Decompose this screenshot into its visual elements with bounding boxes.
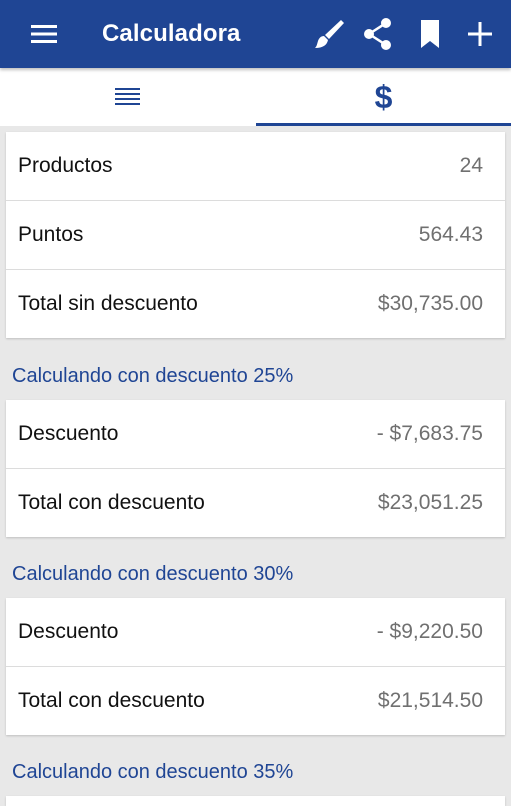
- menu-icon[interactable]: [22, 17, 68, 51]
- discount-row: Descuento - $7,683.75: [6, 400, 505, 469]
- dollar-icon: $: [374, 79, 393, 115]
- row-label: Total sin descuento: [18, 292, 198, 315]
- discount-card: Descuento - $7,683.75 Total con descuent…: [6, 400, 505, 537]
- row-value: - $7,683.75: [376, 422, 483, 445]
- discount-card: [6, 796, 505, 806]
- row-value: $21,514.50: [377, 689, 483, 712]
- tab-totals[interactable]: $: [256, 68, 511, 126]
- discount-section-title: Calculando con descuento 25%: [12, 365, 294, 387]
- tab-indicator: [256, 123, 511, 126]
- discount-total-row: Total con descuento $21,514.50: [6, 667, 505, 735]
- row-label: Puntos: [18, 223, 84, 246]
- discount-section-title: Calculando con descuento 30%: [12, 563, 294, 585]
- row-label: Descuento: [18, 620, 119, 643]
- app-bar: Calculadora: [0, 0, 511, 68]
- row-value: $30,735.00: [377, 292, 483, 315]
- summary-row-total: Total sin descuento $30,735.00: [6, 270, 505, 338]
- app-title: Calculadora: [102, 20, 241, 47]
- add-icon[interactable]: [460, 14, 500, 54]
- tab-list[interactable]: [0, 68, 255, 126]
- row-label: Total con descuento: [18, 689, 205, 712]
- row-label: Descuento: [18, 422, 119, 445]
- discount-section-title: Calculando con descuento 35%: [12, 761, 294, 783]
- discount-row: Descuento - $9,220.50: [6, 598, 505, 667]
- summary-card: Productos 24 Puntos 564.43 Total sin des…: [6, 132, 505, 338]
- bookmark-icon[interactable]: [410, 14, 450, 54]
- discount-card: Descuento - $9,220.50 Total con descuent…: [6, 598, 505, 735]
- row-value: 24: [459, 154, 483, 177]
- row-label: Total con descuento: [18, 491, 205, 514]
- calculation-content: Productos 24 Puntos 564.43 Total sin des…: [0, 126, 511, 806]
- summary-row-puntos: Puntos 564.43: [6, 201, 505, 270]
- tab-bar: $: [0, 68, 511, 126]
- row-value: 564.43: [418, 223, 483, 246]
- summary-row-productos: Productos 24: [6, 132, 505, 201]
- brush-icon[interactable]: [308, 14, 348, 54]
- row-value: $23,051.25: [377, 491, 483, 514]
- row-label: Productos: [18, 154, 113, 177]
- row-value: - $9,220.50: [376, 620, 483, 643]
- list-icon: [115, 86, 140, 108]
- discount-total-row: Total con descuento $23,051.25: [6, 469, 505, 537]
- share-icon[interactable]: [358, 14, 398, 54]
